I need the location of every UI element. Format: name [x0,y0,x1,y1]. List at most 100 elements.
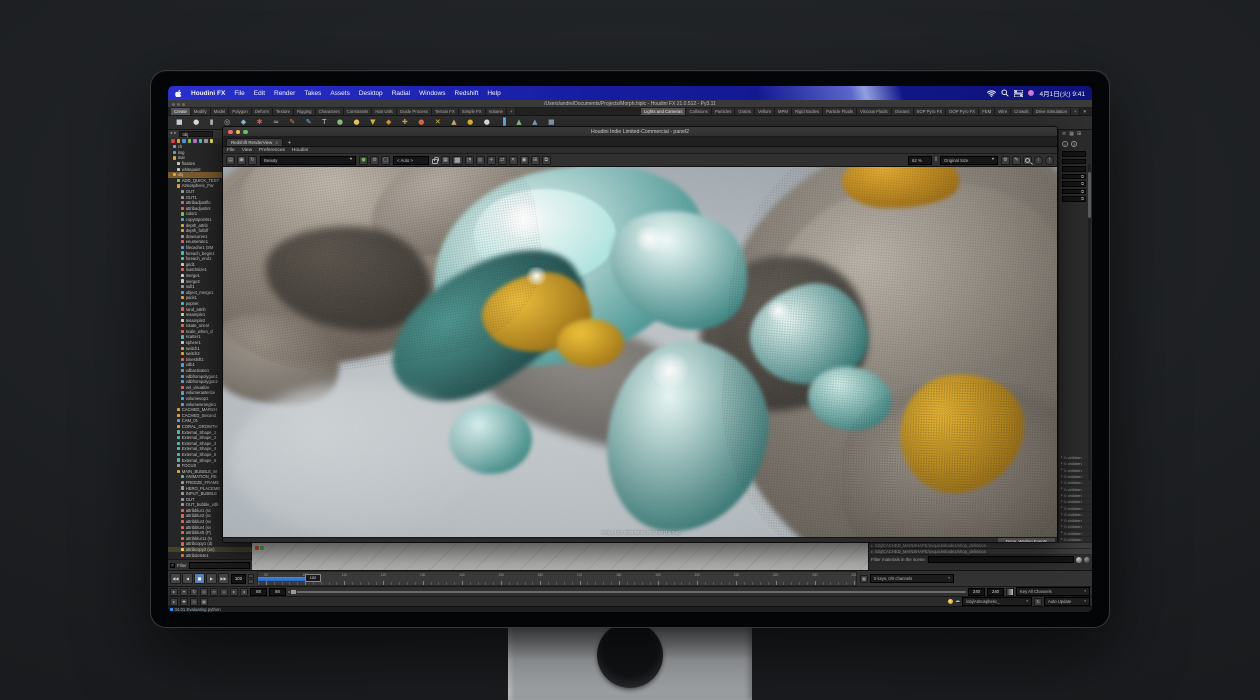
auto-select[interactable]: < Auto > [393,156,429,165]
car-tool-icon[interactable]: ■ [548,119,555,126]
menubar-item[interactable]: Windows [419,90,445,97]
range-start-field[interactable]: 88 [250,588,267,596]
tree-favorite-icon[interactable] [199,139,203,143]
tree-favorite-icon[interactable] [182,139,186,143]
rp-parameter-field[interactable]: ⧉ [1062,181,1086,187]
shelf-tab[interactable]: + [507,108,517,115]
menubar-item[interactable]: Render [274,90,295,97]
checker-icon[interactable]: ▦ [860,575,868,583]
shelf-tab[interactable]: MPM [775,108,792,115]
render-dot-icon[interactable]: ● [359,156,368,165]
rp-parameter-field[interactable]: ⧉ [1062,196,1086,202]
tab-redshift-renderview[interactable]: Redshift RenderView✕ [226,138,283,146]
menubar-item[interactable]: Radial [392,90,410,97]
tree-favorite-icon[interactable] [188,139,192,143]
bucket-tool-icon[interactable]: ◆ [386,119,391,126]
stop-button[interactable]: ■ [194,573,205,584]
tree-favorite-icon[interactable] [177,139,181,143]
shelf-overflow-icon[interactable]: ▾ [1080,110,1089,115]
tree-favorite-icon[interactable] [193,139,197,143]
control-center-icon[interactable] [1014,90,1023,97]
sphere-tool-icon[interactable]: ● [193,119,199,126]
shelf-tab[interactable]: Polygon [229,108,252,115]
window-traffic-lights[interactable] [172,103,185,106]
tree-favorite-icon[interactable] [210,139,214,143]
renderview-traffic-lights[interactable] [228,130,248,135]
lock-icon[interactable] [432,159,438,164]
zoom-level-field[interactable]: 62 % [908,156,932,165]
materials-filter-input[interactable] [928,556,1074,563]
add-icon[interactable]: ✚ [180,598,188,606]
shelf-tab[interactable]: Hair Utils [372,108,396,115]
tree-favorite-icon[interactable] [171,139,175,143]
shelf-tab[interactable]: Lights and Cameras [641,108,686,115]
save-icon[interactable]: ▤ [226,156,235,165]
shelf-tab[interactable]: Texture [273,108,294,115]
keys-dropdown[interactable]: 0 keys, 0/0 channels▾ [870,574,954,583]
playhead-badge[interactable]: 102 [305,574,321,582]
renderview-menu-item[interactable]: Preferences [259,148,285,153]
shelf-tab[interactable]: Terrain FX [432,108,459,115]
shelf-tab[interactable]: Constraints [344,108,373,115]
text-tool-icon[interactable]: T [322,119,326,126]
light-tool-icon[interactable]: ● [353,119,359,126]
close-tab-icon[interactable]: ✕ [275,141,278,145]
crowd-tool-icon[interactable]: ▲ [532,119,537,126]
render-image[interactable]: Frame 102: 2026-02-06 20:03:50 (1m 54s) [223,167,1058,537]
rp-scrollbar[interactable] [1088,164,1091,480]
rp-menu-icon[interactable]: ≡ [1062,132,1066,137]
gear-icon[interactable]: ⚙ [1001,156,1010,165]
duck-tool-icon[interactable]: ● [467,119,473,126]
shelf-tab[interactable]: Rigid Bodies [792,108,823,115]
basket-tool-icon[interactable]: ▲ [451,119,456,126]
filter-dropdown[interactable] [189,562,250,569]
range-slider-handle[interactable] [290,589,297,595]
renderview-menu-item[interactable]: File [227,148,235,153]
rp-parameter-field[interactable] [1062,166,1086,172]
search-icon[interactable] [1001,89,1009,97]
material-sphere-dark-icon[interactable] [1084,557,1090,563]
tree-favorite-icon[interactable] [204,139,208,143]
target-icon[interactable]: ◎ [476,156,485,165]
stop-icon[interactable]: ■ [452,156,463,165]
step-back-button[interactable]: ◀ [182,573,193,584]
filter-checkbox[interactable]: ✓ [170,563,175,568]
range-start2-field[interactable]: 88 [269,588,286,596]
metaball-tool-icon[interactable]: ● [337,119,343,126]
curve-tool-icon[interactable]: ≈ [273,119,279,126]
bomb-tool-icon[interactable]: ● [418,119,424,126]
brush-tool-icon[interactable]: ✎ [289,119,295,126]
playbar-mini-buttons[interactable] [248,574,254,584]
rp-grid-icon[interactable]: ▦ [1069,132,1074,137]
box-tool-icon[interactable]: ■ [176,119,183,126]
menubar-app-name[interactable]: Houdini FX [191,90,225,97]
ball-tool-icon[interactable]: ● [484,119,490,126]
menubar-item[interactable]: Desktop [359,90,383,97]
menubar-clock[interactable]: 4月1日(火) 9:41 [1039,88,1085,98]
leaf-tool-icon[interactable]: ▲ [516,119,521,126]
jump-start-button[interactable]: ◀◀ [170,573,181,584]
rp-scroll-thumb[interactable] [1088,172,1091,218]
shelf-tab[interactable]: Characters [316,108,344,115]
rp-parameter-field[interactable] [1062,151,1086,157]
shelf-tab[interactable]: Grains [735,108,755,115]
shelf-tab[interactable]: Volume [486,108,507,115]
timeline-ruler[interactable]: 9010011012013014015016017018019020021022… [257,571,857,586]
rp-parameter-field[interactable]: ⧉ [1062,189,1086,195]
shelf-tab[interactable]: Model [211,108,230,115]
jump-end-button[interactable]: ▶▶ [218,573,229,584]
close-icon[interactable]: ✕ [509,156,518,165]
tube-tool-icon[interactable]: ▮ [210,119,214,126]
gradient-icon[interactable] [1006,588,1014,596]
shelf-tab[interactable]: Crowds [1011,108,1033,115]
shelf-tab[interactable]: Oceans [892,108,914,115]
range-in-icon[interactable]: ▸ [230,588,238,596]
panel-icon[interactable]: ▣ [520,156,529,165]
play-button[interactable]: ▶ [206,573,217,584]
add-panel-icon[interactable]: ⊞ [531,156,540,165]
menubar-item[interactable]: File [234,90,244,97]
outliner-row[interactable]: ▸0 children [1059,537,1092,543]
range-end2-field[interactable]: 240 [987,588,1004,596]
shelf-tab[interactable]: Collisions [686,108,711,115]
snap-icon[interactable]: ▸ [170,598,178,606]
